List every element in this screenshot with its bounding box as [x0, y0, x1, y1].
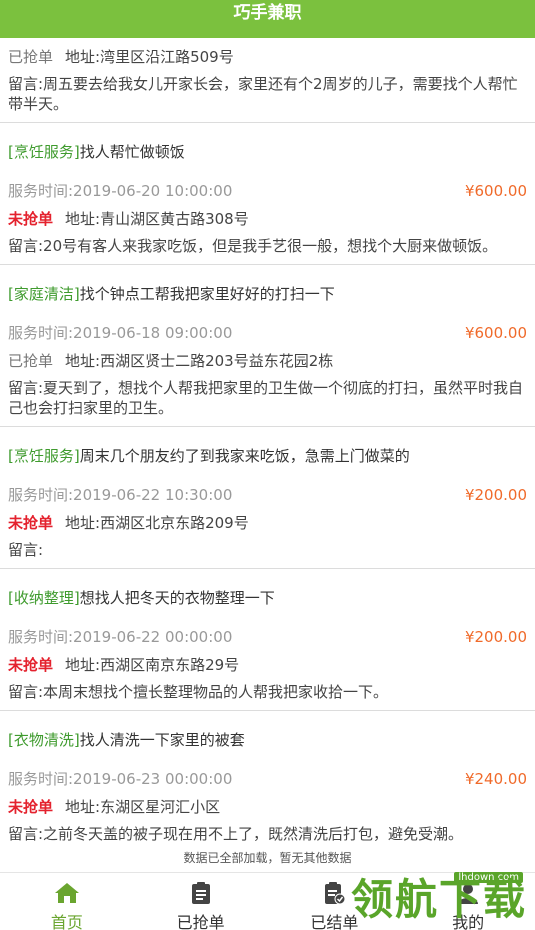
order-title-row: [烹饪服务]周末几个朋友约了到我家来吃饭，急需上门做菜的 — [8, 427, 527, 467]
price: ¥600.00 — [464, 324, 527, 342]
tab-mine-label: 我的 — [452, 913, 485, 930]
home-icon — [54, 881, 80, 905]
service-time: 服务时间:2019-06-22 10:30:00 — [8, 486, 233, 504]
order-title: 周末几个朋友约了到我家来吃饭，急需上门做菜的 — [79, 447, 410, 465]
status-badge: 已抢单 — [8, 352, 54, 370]
service-time: 服务时间:2019-06-23 00:00:00 — [8, 770, 233, 788]
address-text: 地址:湾里区沿江路509号 — [65, 48, 234, 66]
status-row: 已抢单 地址:西湖区贤士二路203号益东花园2栋 — [8, 350, 527, 372]
user-icon — [455, 881, 481, 905]
message-text: 留言: — [8, 541, 44, 559]
service-time: 服务时间:2019-06-22 00:00:00 — [8, 628, 233, 646]
category-tag: [衣物清洗] — [8, 731, 80, 749]
category-tag: [烹饪服务] — [8, 143, 80, 161]
status-badge: 已抢单 — [8, 48, 54, 66]
status-badge: 未抢单 — [8, 798, 54, 816]
order-title: 想找人把冬天的衣物整理一下 — [79, 589, 275, 607]
order-title-row: [收纳整理]想找人把冬天的衣物整理一下 — [8, 569, 527, 609]
service-time: 服务时间:2019-06-20 10:00:00 — [8, 182, 233, 200]
order-card[interactable]: [家庭清洁]找个钟点工帮我把家里好好的打扫一下 服务时间:2019-06-18 … — [0, 265, 535, 427]
status-row: 未抢单 地址:东湖区星河汇小区 — [8, 796, 527, 818]
message-text: 留言:之前冬天盖的被子现在用不上了，既然清洗后打包，避免受潮。 — [8, 825, 464, 843]
status-badge: 未抢单 — [8, 514, 54, 532]
tab-completed-label: 已结单 — [310, 913, 359, 930]
order-title-row: [衣物清洗]找人清洗一下家里的被套 — [8, 711, 527, 751]
message-text: 留言:夏天到了，想找个人帮我把家里的卫生做一个彻底的打扫，虽然平时我自己也会打扫… — [8, 379, 524, 417]
order-title: 找人帮忙做顿饭 — [79, 143, 185, 161]
category-tag: [家庭清洁] — [8, 285, 80, 303]
status-row: 未抢单 地址:西湖区南京东路29号 — [8, 654, 527, 676]
status-row: 已抢单 地址:湾里区沿江路509号 — [8, 46, 527, 68]
price: ¥200.00 — [464, 486, 527, 504]
status-row: 未抢单 地址:西湖区北京东路209号 — [8, 512, 527, 534]
tab-grabbed-label: 已抢单 — [176, 913, 225, 930]
status-row: 未抢单 地址:青山湖区黄古路308号 — [8, 208, 527, 230]
app-header: 巧手兼职 — [0, 0, 535, 38]
address-text: 地址:东湖区星河汇小区 — [65, 798, 221, 816]
category-tag: [烹饪服务] — [8, 447, 80, 465]
status-badge: 未抢单 — [8, 210, 54, 228]
clipboard-icon — [188, 881, 214, 905]
order-card[interactable]: [收纳整理]想找人把冬天的衣物整理一下 服务时间:2019-06-22 00:0… — [0, 569, 535, 711]
address-text: 地址:西湖区北京东路209号 — [65, 514, 249, 532]
category-tag: [收纳整理] — [8, 589, 80, 607]
time-price-row: 服务时间:2019-06-20 10:00:00 ¥600.00 — [8, 180, 527, 202]
order-card[interactable]: [衣物清洗]找人清洗一下家里的被套 服务时间:2019-06-23 00:00:… — [0, 711, 535, 852]
service-time: 服务时间:2019-06-18 09:00:00 — [8, 324, 233, 342]
message-text: 留言:本周末想找个擅长整理物品的人帮我把家收拾一下。 — [8, 683, 389, 701]
order-card[interactable]: [烹饪服务]周末几个朋友约了到我家来吃饭，急需上门做菜的 服务时间:2019-0… — [0, 427, 535, 569]
price: ¥240.00 — [464, 770, 527, 788]
order-card[interactable]: [烹饪服务]找人帮忙做顿饭 服务时间:2019-06-20 10:00:00 ¥… — [0, 123, 535, 265]
order-title: 找个钟点工帮我把家里好好的打扫一下 — [79, 285, 335, 303]
load-complete-note: 数据已全部加载，暂无其他数据 — [183, 851, 352, 865]
address-text: 地址:西湖区贤士二路203号益东花园2栋 — [65, 352, 334, 370]
time-price-row: 服务时间:2019-06-18 09:00:00 ¥600.00 — [8, 322, 527, 344]
tab-home[interactable]: 首页 — [0, 873, 134, 930]
address-text: 地址:青山湖区黄古路308号 — [65, 210, 249, 228]
price: ¥200.00 — [464, 628, 527, 646]
bottom-tab-bar: 首页 已抢单 已结单 我的 — [0, 872, 535, 930]
time-price-row: 服务时间:2019-06-23 00:00:00 ¥240.00 — [8, 768, 527, 790]
order-title-row: [烹饪服务]找人帮忙做顿饭 — [8, 123, 527, 163]
time-price-row: 服务时间:2019-06-22 10:30:00 ¥200.00 — [8, 484, 527, 506]
address-text: 地址:西湖区南京东路29号 — [65, 656, 240, 674]
price: ¥600.00 — [464, 182, 527, 200]
tab-completed[interactable]: 已结单 — [268, 873, 402, 930]
order-card[interactable]: 已抢单 地址:湾里区沿江路509号 留言:周五要去给我女儿开家长会，家里还有个2周… — [0, 46, 535, 123]
status-badge: 未抢单 — [8, 656, 54, 674]
order-title-row: [家庭清洁]找个钟点工帮我把家里好好的打扫一下 — [8, 265, 527, 305]
tab-mine[interactable]: 我的 — [401, 873, 535, 930]
order-title: 找人清洗一下家里的被套 — [79, 731, 245, 749]
message-text: 留言:20号有客人来我家吃饭，但是我手艺很一般，想找个大厨来做顿饭。 — [8, 237, 498, 255]
time-price-row: 服务时间:2019-06-22 00:00:00 ¥200.00 — [8, 626, 527, 648]
message-text: 留言:周五要去给我女儿开家长会，家里还有个2周岁的儿子，需要找个人帮忙带半天。 — [8, 75, 518, 113]
page-title: 巧手兼职 — [233, 3, 302, 23]
tab-grabbed[interactable]: 已抢单 — [134, 873, 268, 930]
order-list[interactable]: 已抢单 地址:湾里区沿江路509号 留言:周五要去给我女儿开家长会，家里还有个2周… — [0, 38, 535, 852]
tab-home-label: 首页 — [50, 913, 83, 930]
clipboard-check-icon — [321, 881, 347, 905]
